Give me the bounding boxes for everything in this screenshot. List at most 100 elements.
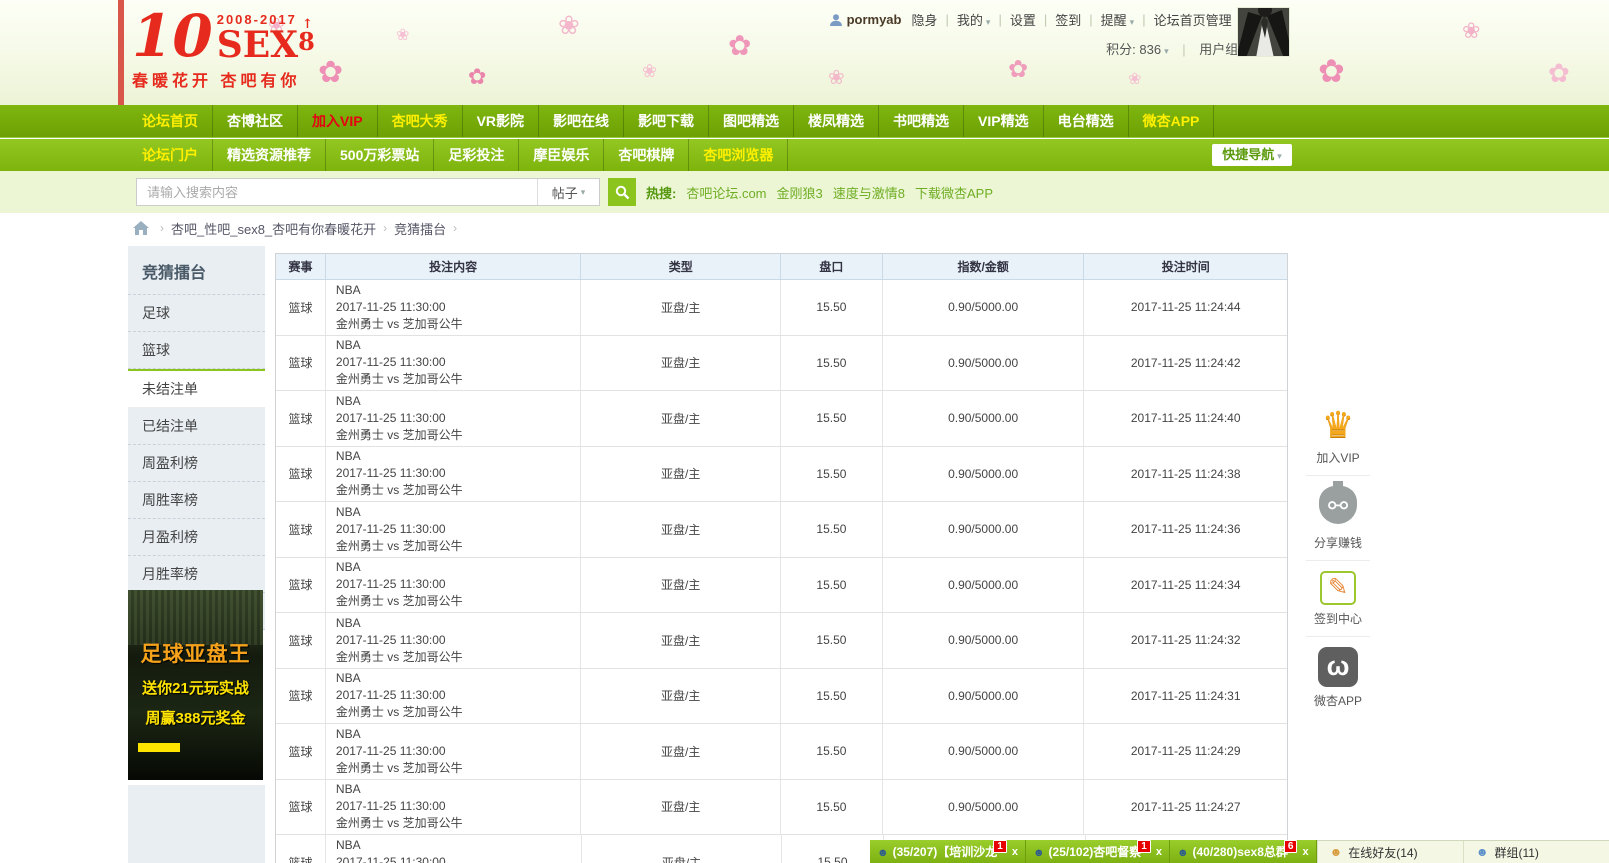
- sidebar-item[interactable]: 月胜率榜: [128, 556, 265, 593]
- hot-search-link[interactable]: 杏吧论坛.com: [686, 183, 766, 202]
- people-icon: [1177, 845, 1193, 859]
- online-friends-button[interactable]: 在线好友(14): [1317, 841, 1463, 863]
- cell-bet-time: 2017-11-25 11:24:34: [1084, 558, 1287, 613]
- bet-match-time: 2017-11-25 11:30:00: [336, 299, 446, 316]
- menu-separator: |: [992, 12, 1007, 27]
- user-avatar[interactable]: [1237, 7, 1290, 57]
- side-panel-item[interactable]: 分享赚钱: [1306, 476, 1370, 561]
- user-menu-item[interactable]: 设置: [1008, 10, 1038, 29]
- sidebar-item[interactable]: 已结注单: [128, 408, 265, 445]
- people-icon: [877, 845, 893, 859]
- table-header-cell: 类型: [581, 254, 781, 279]
- cell-sport: 篮球: [276, 835, 326, 863]
- main-nav-item[interactable]: 杏博社区: [213, 105, 298, 137]
- bet-league: NBA: [336, 282, 361, 299]
- bet-league: NBA: [336, 615, 361, 632]
- sidebar-item[interactable]: 未结注单: [128, 369, 265, 408]
- side-panel-item[interactable]: 签到中心: [1306, 561, 1370, 637]
- main-nav-item[interactable]: 影吧在线: [539, 105, 624, 137]
- side-panel-item[interactable]: 微杏APP: [1306, 637, 1370, 718]
- cell-bet-content: NBA 2017-11-25 11:30:00 金州勇士 vs 芝加哥公牛: [326, 447, 582, 502]
- unread-badge: 6: [1284, 840, 1298, 853]
- table-header-cell: 指数/金额: [883, 254, 1085, 279]
- chat-tab[interactable]: (25/102)杏吧督察 1 x: [1026, 840, 1170, 863]
- sidebar-item[interactable]: 足球: [128, 295, 265, 332]
- ad-text-line: 送你21元玩实战: [128, 677, 263, 698]
- search-input[interactable]: [137, 179, 537, 205]
- cell-bet-time: 2017-11-25 11:24:29: [1084, 724, 1287, 779]
- sidebar-item[interactable]: 月盈利榜: [128, 519, 265, 556]
- bet-league: NBA: [336, 781, 361, 798]
- chat-tab[interactable]: (35/207)【培训沙龙 1 x: [870, 840, 1026, 863]
- quick-nav-button[interactable]: 快捷导航: [1212, 144, 1292, 166]
- hot-search-link[interactable]: 速度与激情8: [833, 183, 905, 202]
- table-header-row: 赛事 投注内容 类型 盘口 指数/金额 投注时间: [276, 254, 1287, 280]
- table-header-cell: 盘口: [781, 254, 883, 279]
- main-nav-item[interactable]: 电台精选: [1044, 105, 1129, 137]
- main-nav-item[interactable]: 论坛首页: [128, 105, 213, 137]
- main-nav-item[interactable]: VR影院: [463, 105, 539, 137]
- search-type-select[interactable]: 帖子: [537, 179, 599, 205]
- table-header-cell: 赛事: [276, 254, 326, 279]
- close-icon[interactable]: x: [1156, 846, 1162, 858]
- user-menu-item[interactable]: 签到: [1053, 10, 1083, 29]
- sub-nav-item[interactable]: 杏吧棋牌: [604, 139, 689, 171]
- unread-badge: 1: [1137, 840, 1151, 853]
- cell-handicap: 15.50: [781, 391, 883, 446]
- score-dropdown[interactable]: 积分: 836: [1106, 42, 1168, 57]
- user-menu-item[interactable]: 提醒: [1099, 10, 1137, 29]
- hot-search-link[interactable]: 下载微杏APP: [915, 183, 993, 202]
- main-nav-item[interactable]: 书吧精选: [879, 105, 964, 137]
- main-nav-item[interactable]: 杏吧大秀: [378, 105, 463, 137]
- cell-type: 亚盘/主: [581, 336, 781, 391]
- floating-side-panel: 加入VIP 分享赚钱 签到中心 微杏APP: [1306, 396, 1370, 718]
- bet-teams: 金州勇士 vs 芝加哥公牛: [336, 482, 463, 499]
- sub-nav-item[interactable]: 杏吧浏览器: [689, 139, 788, 171]
- cell-handicap: 15.50: [781, 447, 883, 502]
- sub-nav-item[interactable]: 精选资源推荐: [213, 139, 326, 171]
- main-nav-item[interactable]: VIP精选: [964, 105, 1044, 137]
- main-nav-item[interactable]: 楼凤精选: [794, 105, 879, 137]
- main-nav-item[interactable]: 影吧下载: [624, 105, 709, 137]
- bet-match-time: 2017-11-25 11:30:00: [336, 576, 446, 593]
- cell-bet-time: 2017-11-25 11:24:38: [1084, 447, 1287, 502]
- hot-search-link[interactable]: 金刚狼3: [777, 183, 823, 202]
- close-icon[interactable]: x: [1302, 846, 1308, 858]
- site-logo[interactable]: 10 2008-2017 SEX 8 春暖花开 杏吧有你: [132, 6, 315, 91]
- table-header-cell: 投注时间: [1084, 254, 1287, 279]
- sub-nav-item[interactable]: 足彩投注: [434, 139, 519, 171]
- cell-type: 亚盘/主: [581, 447, 781, 502]
- close-icon[interactable]: x: [1012, 846, 1018, 858]
- sidebar-item[interactable]: 周盈利榜: [128, 445, 265, 482]
- sub-nav-item[interactable]: 摩臣娱乐: [519, 139, 604, 171]
- sidebar-item[interactable]: 周胜率榜: [128, 482, 265, 519]
- user-menu-item[interactable]: 隐身: [909, 10, 939, 29]
- cell-type: 亚盘/主: [581, 724, 781, 779]
- sidebar-item[interactable]: 篮球: [128, 332, 265, 369]
- main-nav-item[interactable]: 图吧精选: [709, 105, 794, 137]
- main-nav-item[interactable]: 加入VIP: [298, 105, 378, 137]
- breadcrumb-link[interactable]: 竞猜擂台: [394, 219, 446, 238]
- cell-handicap: 15.50: [781, 780, 883, 835]
- user-menu-item[interactable]: 论坛首页管理: [1152, 10, 1234, 29]
- flower-decoration: ❀: [1462, 20, 1480, 42]
- cell-odds-amount: 0.90/5000.00: [883, 336, 1085, 391]
- breadcrumb-separator: ›: [376, 221, 394, 235]
- main-nav-item[interactable]: 微杏APP: [1129, 105, 1215, 137]
- breadcrumb-link[interactable]: 杏吧_性吧_sex8_杏吧有你春暖花开: [171, 219, 376, 238]
- user-menu-item[interactable]: 我的: [955, 10, 993, 29]
- sub-nav-item[interactable]: 论坛门户: [128, 139, 213, 171]
- groups-button[interactable]: 群组(11): [1463, 841, 1609, 863]
- cell-bet-content: NBA 2017-11-25 11:30:00 金州勇士 vs 芝加哥公牛: [326, 391, 582, 446]
- search-button[interactable]: [608, 178, 636, 206]
- flower-decoration: ✿: [468, 66, 486, 88]
- flower-decoration: ❀: [558, 12, 580, 38]
- football-ad-banner[interactable]: 足球亚盘王 送你21元玩实战 周赢388元奖金: [128, 590, 263, 780]
- cell-handicap: 15.50: [781, 336, 883, 391]
- sub-nav-item[interactable]: 500万彩票站: [326, 139, 434, 171]
- side-panel-item[interactable]: 加入VIP: [1306, 396, 1370, 476]
- home-icon[interactable]: [133, 221, 149, 235]
- chat-tab[interactable]: (40/280)sex8总群 6 x: [1170, 840, 1317, 863]
- side-panel-label: 签到中心: [1306, 610, 1370, 627]
- username[interactable]: pormyab: [847, 12, 902, 27]
